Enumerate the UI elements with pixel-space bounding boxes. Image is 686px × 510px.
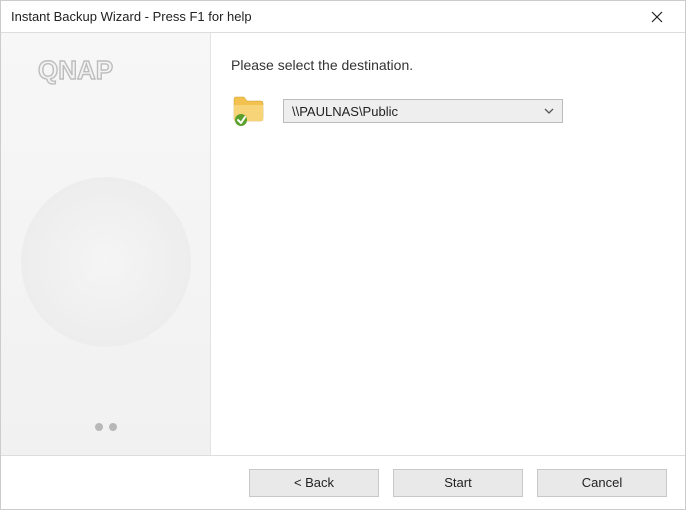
backup-illustration	[16, 172, 196, 352]
body: QNAP	[1, 33, 685, 455]
sidebar: QNAP	[1, 33, 211, 455]
close-button[interactable]	[637, 3, 677, 31]
brand-logo: QNAP	[36, 53, 176, 92]
start-button[interactable]: Start	[393, 469, 523, 497]
pager-dot-1	[95, 423, 103, 431]
main-panel: Please select the destination. \\PAULNAS…	[211, 33, 685, 455]
back-button[interactable]: < Back	[249, 469, 379, 497]
pager-dot-2	[109, 423, 117, 431]
destination-dropdown[interactable]: \\PAULNAS\Public	[283, 99, 563, 123]
brand-text: QNAP	[38, 55, 113, 85]
cancel-button[interactable]: Cancel	[537, 469, 667, 497]
back-button-label: < Back	[294, 475, 334, 490]
instruction-text: Please select the destination.	[231, 57, 661, 73]
titlebar: Instant Backup Wizard - Press F1 for hel…	[1, 1, 685, 33]
cancel-button-label: Cancel	[582, 475, 622, 490]
start-button-label: Start	[444, 475, 471, 490]
destination-selected: \\PAULNAS\Public	[292, 104, 540, 119]
folder-network-icon	[231, 93, 267, 129]
chevron-down-icon	[540, 108, 558, 114]
window-title: Instant Backup Wizard - Press F1 for hel…	[11, 9, 637, 24]
destination-row: \\PAULNAS\Public	[231, 93, 661, 129]
pager	[1, 423, 210, 431]
wizard-window: Instant Backup Wizard - Press F1 for hel…	[0, 0, 686, 510]
footer: < Back Start Cancel	[1, 455, 685, 509]
close-icon	[651, 11, 663, 23]
